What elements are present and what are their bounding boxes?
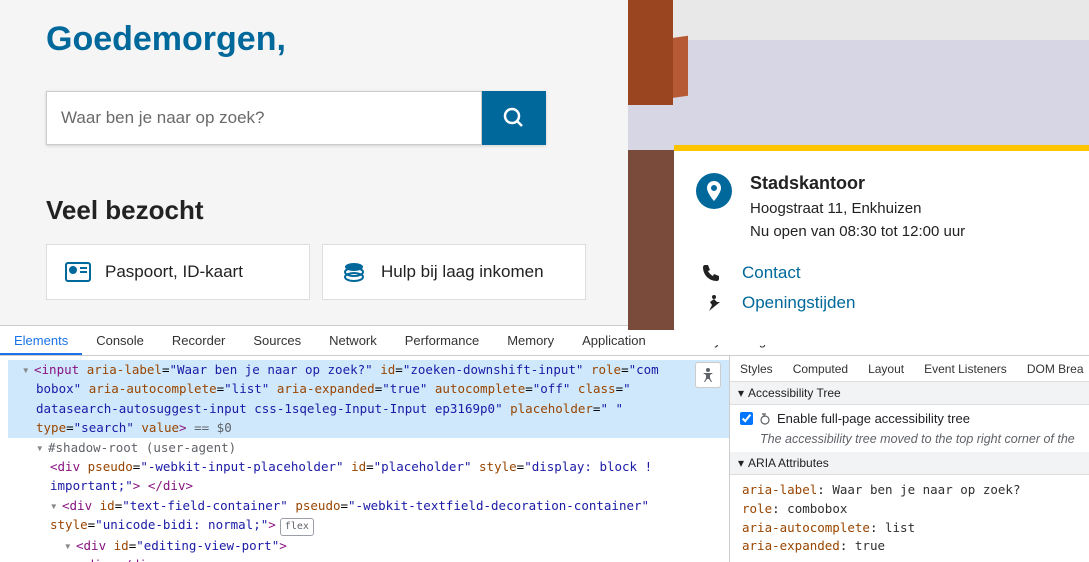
sp-tab-layout[interactable]: Layout [858, 362, 914, 376]
location-address: Hoogstraat 11, Enkhuizen [750, 198, 965, 221]
person-icon [700, 367, 716, 383]
phone-icon [700, 264, 722, 282]
devtools-panel: Elements Console Recorder Sources Networ… [0, 325, 1089, 562]
accessibility-tree-header[interactable]: ▾ Accessibility Tree [730, 382, 1089, 405]
location-title: Stadskantoor [750, 173, 965, 194]
card-passport[interactable]: Paspoort, ID-kaart [46, 244, 310, 300]
tab-application[interactable]: Application [568, 326, 660, 355]
running-icon [700, 294, 722, 312]
search-container [46, 91, 546, 145]
enable-a11y-tree-checkbox[interactable]: Enable full-page accessibility tree [740, 411, 1079, 426]
id-card-icon [65, 261, 91, 283]
search-input[interactable] [46, 91, 482, 145]
search-button[interactable] [482, 91, 546, 145]
a11y-moved-message: The accessibility tree moved to the top … [740, 432, 1079, 446]
hours-link[interactable]: Openingstijden [742, 293, 855, 313]
location-hours: Nu open van 08:30 tot 12:00 uur [750, 221, 965, 244]
tab-memory[interactable]: Memory [493, 326, 568, 355]
card-label: Paspoort, ID-kaart [105, 262, 243, 282]
accessibility-toggle-button[interactable] [695, 362, 721, 388]
card-income-help[interactable]: Hulp bij laag inkomen [322, 244, 586, 300]
tab-recorder[interactable]: Recorder [158, 326, 239, 355]
sp-tab-computed[interactable]: Computed [783, 362, 858, 376]
contact-link[interactable]: Contact [742, 263, 801, 283]
tab-elements[interactable]: Elements [0, 326, 82, 355]
hero-image-area: Stadskantoor Hoogstraat 11, Enkhuizen Nu… [628, 0, 1089, 325]
sp-tab-dombreak[interactable]: DOM Brea [1017, 362, 1089, 376]
tab-network[interactable]: Network [315, 326, 391, 355]
location-pin-icon [696, 173, 732, 209]
sp-tab-styles[interactable]: Styles [730, 362, 783, 376]
tab-sources[interactable]: Sources [239, 326, 315, 355]
location-card: Stadskantoor Hoogstraat 11, Enkhuizen Nu… [674, 145, 1089, 345]
sp-tab-eventlisteners[interactable]: Event Listeners [914, 362, 1017, 376]
devtools-side-panel: Styles Computed Layout Event Listeners D… [729, 356, 1089, 562]
aria-attributes-header[interactable]: ▾ ARIA Attributes [730, 452, 1089, 475]
elements-tree[interactable]: <input aria-label="Waar ben je naar op z… [0, 356, 729, 562]
greeting-heading: Goedemorgen, [46, 20, 628, 59]
side-panel-tabs: Styles Computed Layout Event Listeners D… [730, 356, 1089, 382]
section-title: Veel bezocht [46, 195, 628, 226]
tab-console[interactable]: Console [82, 326, 158, 355]
card-label: Hulp bij laag inkomen [381, 262, 544, 282]
coins-icon [341, 261, 367, 283]
tab-performance[interactable]: Performance [391, 326, 493, 355]
search-icon [502, 106, 526, 130]
